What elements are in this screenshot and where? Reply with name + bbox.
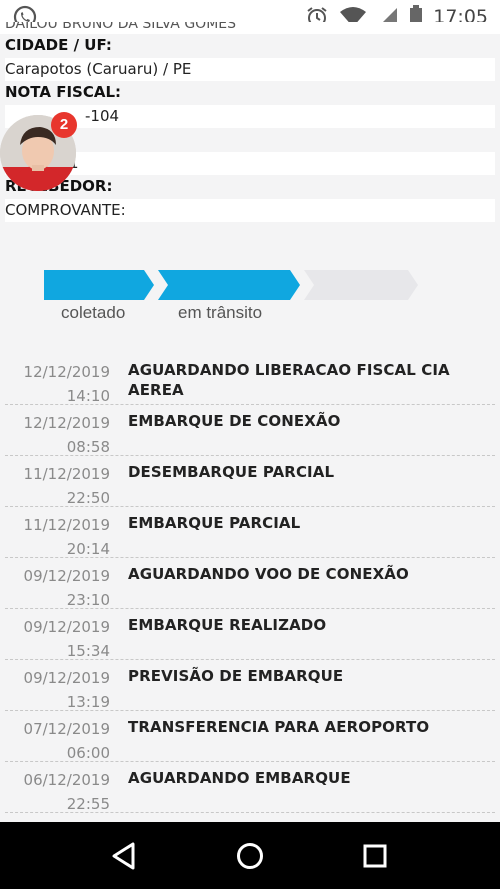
notification-badge: 2 [51, 112, 77, 138]
nota-fiscal-label: NOTA FISCAL: [5, 83, 122, 101]
history-datetime: 09/12/2019 13:19 [23, 669, 110, 711]
delivery-progress: coletado em trânsito [44, 270, 424, 330]
step-coletado-label: coletado [61, 303, 126, 322]
history-row: 07/12/2019 06:00 TRANSFERENCIA PARA AEROP… [5, 711, 495, 762]
step-coletado-bar [44, 270, 154, 300]
nota-fiscal-value: -104 [5, 104, 495, 128]
history-row: 09/12/2019 23:10 AGUARDANDO VOO DE CONEXÃ… [5, 558, 495, 609]
history-row: 11/12/2019 20:14 EMBARQUE PARCIAL [5, 507, 495, 558]
comprovante-label: COMPROVANTE: [5, 198, 495, 222]
chat-head[interactable]: 2 [0, 112, 77, 191]
recipient-name-cut: DAILOU BRUNO DA SILVA GOMES [5, 22, 495, 34]
back-icon[interactable] [110, 841, 140, 871]
history-datetime: 09/12/2019 15:34 [23, 618, 110, 660]
history-status: AGUARDANDO LIBERACAO FISCAL CIA AEREA [128, 361, 450, 399]
home-icon[interactable] [235, 841, 265, 871]
history-datetime: 07/12/2019 06:00 [23, 720, 110, 762]
history-status: EMBARQUE DE CONEXÃO [128, 412, 341, 430]
history-datetime: 09/12/2019 23:10 [23, 567, 110, 609]
history-status: EMBARQUE PARCIAL [128, 514, 301, 532]
history-row: 09/12/2019 13:19 PREVISÃO DE EMBARQUE [5, 660, 495, 711]
history-status: AGUARDANDO EMBARQUE [128, 769, 351, 787]
history-datetime: 12/12/2019 14:10 [23, 363, 110, 405]
step-pending-bar [304, 270, 418, 300]
history-row: 09/12/2019 15:34 EMBARQUE REALIZADO [5, 609, 495, 660]
hidden-value: 1 [5, 151, 495, 175]
history-datetime: 11/12/2019 22:50 [23, 465, 110, 507]
step-transito-bar [158, 270, 300, 300]
history-status: PREVISÃO DE EMBARQUE [128, 667, 344, 685]
step-transito-label: em trânsito [178, 303, 263, 322]
cidade-value: Carapotos (Caruaru) / PE [5, 57, 495, 81]
history-row: 12/12/2019 08:58 EMBARQUE DE CONEXÃO [5, 405, 495, 456]
cidade-label: CIDADE / UF: [5, 36, 112, 54]
history-status: DESEMBARQUE PARCIAL [128, 463, 335, 481]
history-row: 06/12/2019 22:55 AGUARDANDO EMBARQUE [5, 762, 495, 813]
tracking-history: 12/12/2019 14:10 AGUARDANDO LIBERACAO FIS… [5, 354, 495, 813]
history-row: 12/12/2019 14:10 AGUARDANDO LIBERACAO FIS… [5, 354, 495, 405]
history-status: TRANSFERENCIA PARA AEROPORTO [128, 718, 430, 736]
history-status: AGUARDANDO VOO DE CONEXÃO [128, 565, 409, 583]
history-row: 11/12/2019 22:50 DESEMBARQUE PARCIAL [5, 456, 495, 507]
recebedor-label: RECEBEDOR: [5, 177, 113, 195]
recents-icon[interactable] [360, 841, 390, 871]
history-datetime: 06/12/2019 22:55 [23, 771, 110, 813]
hidden-label [5, 128, 495, 152]
history-datetime: 12/12/2019 08:58 [23, 414, 110, 456]
navigation-bar [0, 822, 500, 889]
history-status: EMBARQUE REALIZADO [128, 616, 327, 634]
history-datetime: 11/12/2019 20:14 [23, 516, 110, 558]
